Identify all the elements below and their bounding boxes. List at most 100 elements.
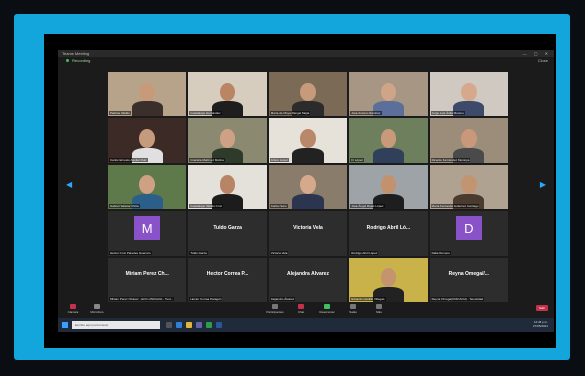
- participant-caption: Carlos Saro: [269, 204, 288, 209]
- meeting-bar: Recording Close: [58, 57, 554, 64]
- participant-tile[interactable]: Victoria Vela Victoria Vela: [268, 211, 348, 256]
- mic-icon: [94, 304, 100, 309]
- avatar: M: [134, 216, 161, 241]
- participant-tile[interactable]: Gabriel Salazar Peña: [108, 164, 187, 210]
- participant-caption: Patricia Valdés: [109, 111, 131, 116]
- rooms-button[interactable]: Salas: [342, 304, 364, 314]
- participant-tile[interactable]: Miriam Perez Ch... Miriam Perez Chávez - …: [108, 257, 187, 302]
- participant-caption: Dalia Romero: [430, 250, 451, 255]
- participant-head: [380, 175, 397, 195]
- participant-head: [139, 129, 156, 148]
- participant-caption: Victoria Vela: [269, 250, 289, 255]
- participant-tile[interactable]: Carlos Ernesto Aguilar Ruiz: [108, 118, 187, 163]
- participant-caption: Miriam Perez Chávez - ECC-UNICACH - Tuxt…: [109, 297, 175, 301]
- participant-name: Tuldo Garza: [213, 225, 242, 232]
- window-controls[interactable]: — ▢ ✕: [523, 50, 551, 57]
- participant-tile[interactable]: Guadalupe Hernández: [188, 72, 267, 117]
- participant-caption: Reyna Ornega(UNICACH) - Tenacidad: [430, 297, 485, 301]
- participant-caption: Hector Correa Paragón: [189, 297, 223, 301]
- participant-caption: María Fernanda Gutiérrez Carriago: [430, 204, 480, 209]
- participant-body: [292, 194, 324, 210]
- more-icon: [376, 304, 382, 309]
- participant-tile[interactable]: Hector Correa P... Hector Correa Paragón: [188, 257, 267, 302]
- participant-tile[interactable]: M Héctor Cruz Paredes Guerrero: [108, 211, 187, 256]
- participant-head: [460, 129, 477, 148]
- participant-tile[interactable]: Tuldo Garza Tuldo Garza: [188, 211, 267, 256]
- participant-name: Reyna Omega//...: [448, 271, 489, 278]
- chat-label: Chat: [297, 310, 305, 314]
- participant-caption: Graciela Martínez Molina: [189, 157, 225, 162]
- folder-icon[interactable]: [186, 322, 192, 328]
- taskbar-clock: 12:46 p.m. 27/05/2021: [533, 320, 548, 328]
- participant-tile[interactable]: Eduardo Castillo Villegas: [349, 257, 428, 302]
- participant-body: [372, 147, 405, 163]
- camera-button[interactable]: Cámara: [62, 304, 84, 314]
- clock-date: 27/05/2021: [532, 324, 548, 328]
- participant-caption: Alejandro Álvarez: [269, 297, 296, 301]
- participant-caption: Guadalupe Hernández: [189, 111, 222, 116]
- meeting-window: Teams Meeting — ▢ ✕ Recording Close ◀ ▶ …: [58, 50, 554, 332]
- participant-caption: José Ángel Rojas López: [350, 204, 385, 209]
- participant-caption: Guadalupe Valdés Cruz: [189, 204, 224, 209]
- participant-head: [300, 129, 316, 148]
- participant-tile[interactable]: María Fernanda Gutiérrez Carriago: [429, 164, 508, 210]
- participant-head: [139, 175, 156, 195]
- task-view-icon[interactable]: [166, 322, 172, 328]
- meeting-close-button[interactable]: Close: [538, 57, 548, 64]
- react-button[interactable]: Reaccionar: [316, 304, 338, 314]
- taskbar-search-input[interactable]: Escribe aquí para buscar: [72, 321, 160, 329]
- participant-name: Hector Correa P...: [206, 271, 249, 278]
- participant-tile[interactable]: José Ángel Rojas López: [349, 164, 428, 210]
- participant-name: Alejandra Álvarez: [287, 271, 329, 278]
- participant-caption: Carlos Ernesto Aguilar Ruiz: [109, 157, 148, 162]
- participants-button[interactable]: Participantes: [264, 304, 286, 314]
- title-bar: Teams Meeting — ▢ ✕: [58, 50, 554, 57]
- participant-caption: José Antonio Ramírez: [350, 111, 382, 116]
- more-button[interactable]: Más: [368, 304, 390, 314]
- word-icon[interactable]: [216, 322, 222, 328]
- participant-tile[interactable]: Reyna Omega//... Reyna Ornega(UNICACH) - …: [429, 257, 508, 302]
- participant-tile[interactable]: Rodrigo Abril Ló... Rodrigo Abril López: [349, 211, 428, 256]
- participant-tile[interactable]: Jorge Luis Ávila Moreno: [429, 72, 508, 117]
- participant-tile[interactable]: Arturo Lopez: [268, 118, 348, 163]
- reaction-icon: [324, 304, 330, 309]
- participant-caption: Fr López: [350, 157, 365, 162]
- participant-caption: Héctor Cruz Paredes Guerrero: [109, 250, 152, 255]
- participant-caption: Jorge Luis Ávila Moreno: [430, 111, 465, 116]
- participant-caption: Gabriel Salazar Peña: [109, 204, 140, 209]
- participant-caption: Tuldo Garza: [189, 250, 208, 255]
- participant-tile[interactable]: Graciela Martínez Molina: [188, 118, 267, 163]
- mic-button[interactable]: Micrófono: [86, 304, 108, 314]
- teams-icon[interactable]: [196, 322, 202, 328]
- participant-grid: Patricia Valdés Guadalupe Hernández María …: [108, 72, 508, 302]
- windows-taskbar: Escribe aquí para buscar 12:46 p.m. 27/0…: [58, 318, 554, 332]
- participant-caption: Eduardo Castillo Villegas: [350, 297, 386, 301]
- participant-tile[interactable]: Carlos Saro: [268, 164, 348, 210]
- participant-caption: Arturo Lopez: [269, 157, 289, 162]
- participant-tile[interactable]: Patricia Valdés: [108, 72, 187, 117]
- edge-icon[interactable]: [176, 322, 182, 328]
- participant-tile[interactable]: Ricardo Fernández Montoya: [429, 118, 508, 163]
- rooms-label: Salas: [349, 310, 357, 314]
- participant-tile[interactable]: José Antonio Ramírez: [349, 72, 428, 117]
- start-icon[interactable]: [62, 322, 68, 328]
- participant-head: [300, 175, 316, 195]
- react-label: Reaccionar: [319, 310, 335, 314]
- people-icon: [272, 304, 278, 309]
- leave-button[interactable]: Salir: [535, 305, 548, 311]
- next-page-icon[interactable]: ▶: [540, 180, 546, 189]
- prev-page-icon[interactable]: ◀: [66, 180, 72, 189]
- avatar: D: [455, 216, 482, 241]
- participant-tile[interactable]: Guadalupe Valdés Cruz: [188, 164, 267, 210]
- participant-tile[interactable]: Alejandra Álvarez Alejandro Álvarez: [268, 257, 348, 302]
- participant-tile[interactable]: María de Moya Rangel Mejía: [268, 72, 348, 117]
- participant-head: [219, 129, 236, 148]
- participant-caption: María de Moya Rangel Mejía: [269, 111, 311, 116]
- participant-tile[interactable]: Fr López: [349, 118, 428, 163]
- rooms-icon: [350, 304, 356, 309]
- recording-dot-icon: [66, 59, 69, 63]
- excel-icon[interactable]: [206, 322, 212, 328]
- chat-button[interactable]: Chat: [290, 304, 312, 314]
- participant-tile[interactable]: D Dalia Romero: [429, 211, 508, 256]
- participant-caption: Ricardo Fernández Montoya: [430, 157, 471, 162]
